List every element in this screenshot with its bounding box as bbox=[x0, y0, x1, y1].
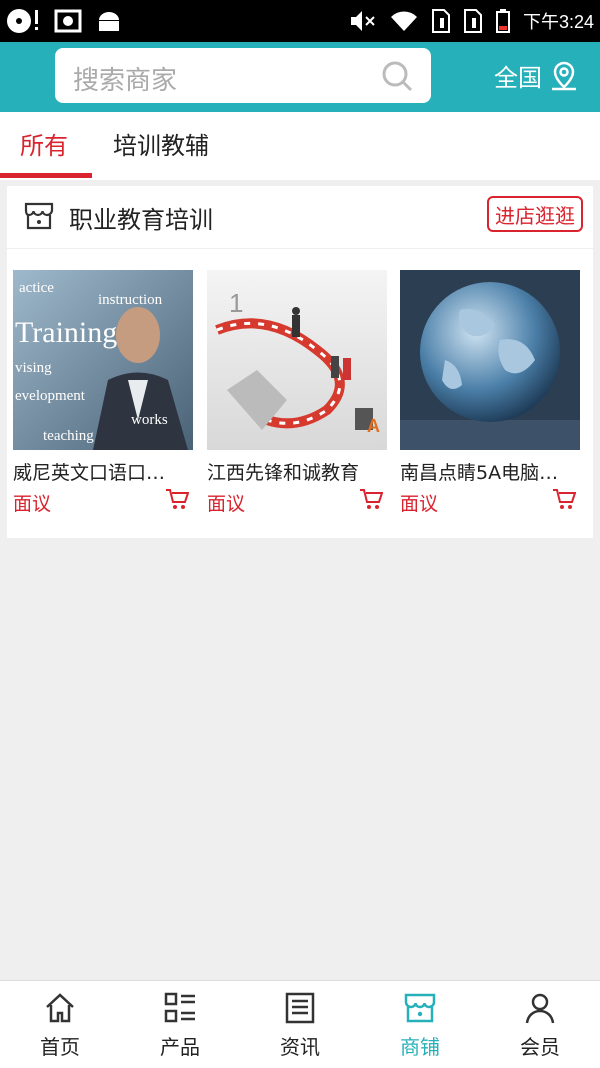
product-image[interactable] bbox=[400, 270, 580, 450]
svg-text:actice: actice bbox=[19, 280, 54, 296]
product-name: 威尼英文口语口… bbox=[13, 462, 166, 484]
sim-icon-2 bbox=[463, 9, 482, 33]
search-input[interactable]: 搜索商家 bbox=[55, 48, 431, 103]
top-header: 搜索商家 全国 bbox=[0, 42, 600, 112]
svg-text:A: A bbox=[367, 416, 380, 436]
svg-text:evelopment: evelopment bbox=[15, 388, 86, 404]
enter-shop-button[interactable]: 进店逛逛 bbox=[487, 196, 583, 232]
nav-member-label: 会员 bbox=[520, 1035, 560, 1059]
nav-member[interactable]: 会员 bbox=[480, 981, 600, 1068]
product-name: 南昌点睛5A电脑… bbox=[400, 462, 559, 484]
status-right-icons: 下午3:24 bbox=[349, 8, 594, 34]
tab-training[interactable]: 培训教辅 bbox=[113, 112, 209, 180]
wifi-icon bbox=[390, 11, 417, 31]
nav-home[interactable]: 首页 bbox=[0, 981, 120, 1068]
user-icon bbox=[525, 993, 555, 1024]
product-item[interactable]: 1 A 江西先锋和诚教育 面议 bbox=[207, 270, 387, 516]
nav-home-label: 首页 bbox=[40, 1035, 80, 1059]
bottom-nav: 首页 产品 资讯 商铺 会员 bbox=[0, 980, 600, 1068]
news-icon bbox=[285, 992, 315, 1024]
product-name: 江西先锋和诚教育 bbox=[207, 462, 360, 484]
cart-icon[interactable] bbox=[359, 488, 383, 510]
status-time: 下午3:24 bbox=[522, 12, 594, 32]
svg-text:works: works bbox=[131, 412, 168, 428]
shop-header: 职业教育培训 进店逛逛 bbox=[7, 186, 593, 249]
product-image[interactable]: 1 A bbox=[207, 270, 387, 450]
region-label: 全国 bbox=[494, 64, 542, 92]
mute-icon bbox=[350, 11, 375, 31]
search-placeholder: 搜索商家 bbox=[73, 66, 178, 96]
status-bar: 下午3:24 bbox=[0, 0, 600, 42]
home-icon bbox=[46, 993, 74, 1023]
nav-shops-label: 商铺 bbox=[400, 1035, 440, 1059]
status-left-icons bbox=[6, 6, 122, 36]
battery-icon bbox=[495, 9, 510, 33]
svg-text:vising: vising bbox=[15, 360, 52, 376]
product-item[interactable]: 南昌点睛5A电脑… 面议 bbox=[400, 270, 580, 516]
sim-icon bbox=[431, 9, 450, 33]
nav-products[interactable]: 产品 bbox=[120, 981, 240, 1068]
product-image[interactable]: actice instruction Training vising evelo… bbox=[13, 270, 193, 450]
cart-icon[interactable] bbox=[165, 488, 189, 510]
location-pin-icon bbox=[552, 61, 576, 90]
svg-text:instruction: instruction bbox=[98, 292, 163, 308]
store-icon bbox=[24, 202, 54, 230]
nav-shops[interactable]: 商铺 bbox=[360, 981, 480, 1068]
svg-text:teaching: teaching bbox=[43, 428, 94, 444]
category-tabs: 所有 培训教辅 bbox=[0, 112, 600, 180]
region-selector[interactable]: 全国 bbox=[494, 58, 580, 93]
product-item[interactable]: actice instruction Training vising evelo… bbox=[13, 270, 193, 516]
active-tab-indicator bbox=[0, 173, 92, 178]
nav-news[interactable]: 资讯 bbox=[240, 981, 360, 1068]
svg-text:1: 1 bbox=[229, 288, 243, 318]
screenshot-icon bbox=[54, 9, 82, 33]
search-icon[interactable] bbox=[381, 60, 413, 92]
cart-icon[interactable] bbox=[552, 488, 576, 510]
svg-text:Training: Training bbox=[15, 316, 117, 349]
grid-list-icon bbox=[164, 992, 195, 1023]
nav-news-label: 资讯 bbox=[280, 1035, 320, 1059]
android-icon bbox=[99, 12, 119, 31]
nav-products-label: 产品 bbox=[160, 1035, 200, 1059]
disc-icon bbox=[7, 9, 38, 33]
shop-name: 职业教育培训 bbox=[69, 206, 213, 234]
shop-icon bbox=[404, 993, 436, 1023]
shop-card: 职业教育培训 进店逛逛 actice instruction Training … bbox=[7, 186, 593, 538]
tab-all[interactable]: 所有 bbox=[20, 112, 68, 180]
